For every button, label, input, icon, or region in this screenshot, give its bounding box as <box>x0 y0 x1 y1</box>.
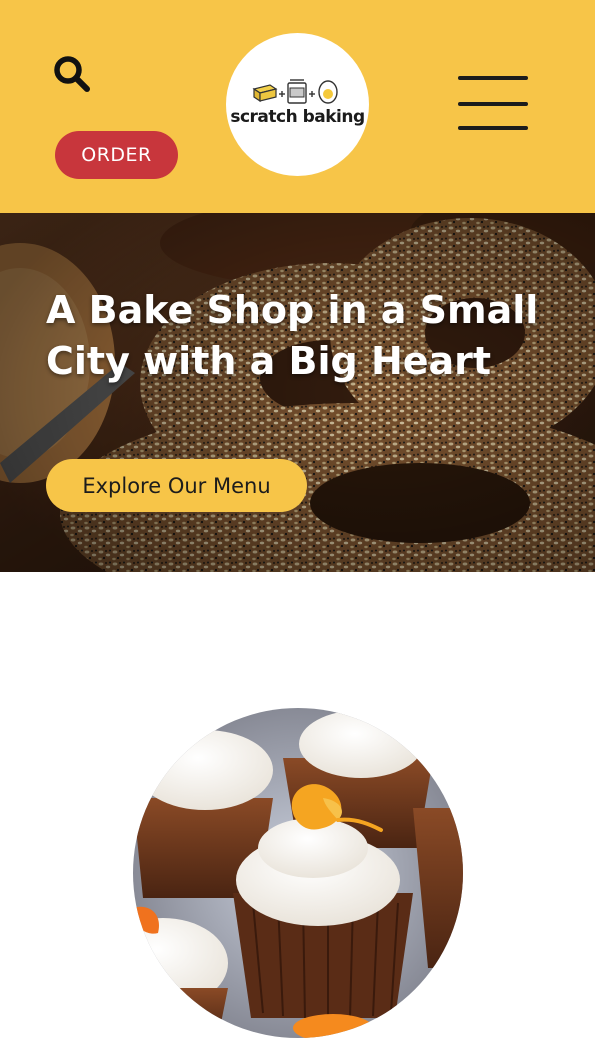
bagels-photo <box>0 213 595 572</box>
menu-bar <box>458 126 528 130</box>
cupcakes-photo <box>133 708 463 1038</box>
search-icon <box>54 56 90 92</box>
order-button[interactable]: ORDER <box>55 131 178 179</box>
scratch-baking-logo[interactable]: scratch baking <box>226 33 369 176</box>
logo-wordmark: scratch baking <box>230 107 365 127</box>
site-header: ORDER scratch baking <box>0 0 595 213</box>
hero-banner: A Bake Shop in a Small City with a Big H… <box>0 213 595 572</box>
menu-bar <box>458 76 528 80</box>
search-button[interactable] <box>50 52 94 96</box>
cupcakes-image <box>133 708 463 1038</box>
logo-ingredients-icon <box>252 79 338 104</box>
hero-title: A Bake Shop in a Small City with a Big H… <box>46 288 539 383</box>
explore-menu-button[interactable]: Explore Our Menu <box>46 459 307 512</box>
menu-bar <box>458 102 528 106</box>
menu-button[interactable] <box>458 76 528 132</box>
